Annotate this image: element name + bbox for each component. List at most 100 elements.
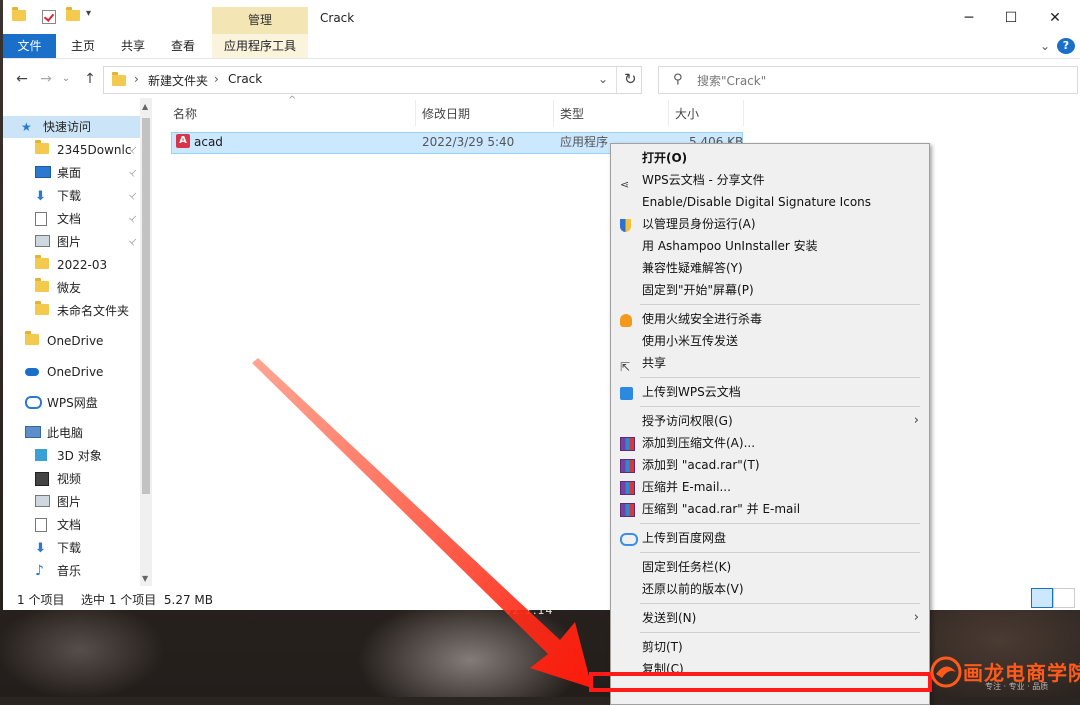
menu-separator bbox=[640, 377, 920, 378]
sidebar-item[interactable]: 2022-03 bbox=[3, 254, 141, 276]
tab-application-tools[interactable]: 应用程序工具 bbox=[212, 34, 308, 58]
forward-button[interactable]: → bbox=[37, 70, 55, 88]
cube-icon bbox=[35, 449, 47, 464]
menu-separator bbox=[640, 523, 920, 524]
sidebar-item[interactable]: ⬇ 下载 bbox=[3, 537, 141, 559]
menu-item-label: 发送到(N) bbox=[642, 611, 697, 625]
recent-locations-button[interactable]: ⌄ bbox=[57, 70, 75, 88]
sidebar-item[interactable]: 文档 bbox=[3, 514, 141, 536]
menu-item[interactable]: 添加到压缩文件(A)... bbox=[611, 432, 929, 454]
pin-icon[interactable]: ⊥ bbox=[123, 208, 141, 229]
menu-item[interactable]: 使用火绒安全进行杀毒 bbox=[611, 308, 929, 330]
sidebar-item[interactable]: 图片 ⊥ bbox=[3, 231, 141, 253]
menu-item[interactable]: 授予访问权限(G) › bbox=[611, 410, 929, 432]
quick-access-folder-icon[interactable] bbox=[12, 7, 26, 28]
menu-item[interactable]: 固定到任务栏(K) bbox=[611, 556, 929, 578]
menu-item[interactable]: ⇱ 共享 bbox=[611, 352, 929, 374]
properties-check-icon[interactable] bbox=[42, 10, 56, 28]
menu-item[interactable]: 固定到"开始"屏幕(P) bbox=[611, 279, 929, 301]
sidebar-item[interactable]: ♪ 音乐 bbox=[3, 560, 141, 582]
menu-item-label: 压缩到 "acad.rar" 并 E-mail bbox=[642, 502, 801, 516]
tab-share[interactable]: 共享 bbox=[111, 34, 155, 58]
nav-pane-scroll-thumb[interactable] bbox=[142, 118, 150, 494]
sidebar-item[interactable]: 文档 ⊥ bbox=[3, 208, 141, 230]
breadcrumb-crack[interactable]: Crack bbox=[228, 72, 262, 86]
sidebar-item[interactable]: OneDrive bbox=[3, 330, 141, 352]
sidebar-item-label: 文档 bbox=[57, 212, 82, 226]
close-button[interactable]: ✕ bbox=[1033, 6, 1077, 30]
tab-view[interactable]: 查看 bbox=[161, 34, 205, 58]
sidebar-item[interactable]: ★ 快速访问 bbox=[3, 116, 141, 138]
menu-item-label: 固定到任务栏(K) bbox=[642, 560, 732, 574]
address-dropdown-icon[interactable]: ⌄ bbox=[598, 72, 608, 86]
winrar-icon bbox=[620, 436, 635, 451]
menu-item[interactable]: 发送到(N) › bbox=[611, 607, 929, 629]
minimize-button[interactable]: ─ bbox=[947, 6, 991, 30]
refresh-icon[interactable]: ↻ bbox=[624, 70, 637, 88]
breadcrumb-new-folder[interactable]: 新建文件夹 bbox=[148, 72, 208, 89]
column-header-date[interactable]: 修改日期 bbox=[422, 104, 470, 124]
menu-item[interactable]: 打开(O) bbox=[611, 147, 929, 169]
menu-item[interactable]: 压缩到 "acad.rar" 并 E-mail bbox=[611, 498, 929, 520]
menu-item[interactable]: 兼容性疑难解答(Y) bbox=[611, 257, 929, 279]
sidebar-item[interactable]: 图片 bbox=[3, 491, 141, 513]
search-box[interactable]: ⚲ 搜索"Crack" bbox=[658, 66, 1078, 94]
column-header-name[interactable]: 名称 bbox=[173, 104, 197, 124]
sidebar-item[interactable]: 2345Downlc ⊥ bbox=[3, 139, 141, 161]
menu-item[interactable]: 使用小米互传发送 bbox=[611, 330, 929, 352]
menu-item[interactable]: 剪切(T) bbox=[611, 636, 929, 658]
title-bar: ▾ 管理 Crack ─ ☐ ✕ bbox=[3, 0, 1080, 34]
maximize-button[interactable]: ☐ bbox=[989, 6, 1033, 30]
sidebar-item[interactable]: ⬇ 下载 ⊥ bbox=[3, 185, 141, 207]
wps-cloud-icon bbox=[25, 396, 42, 412]
sidebar-item[interactable]: 未命名文件夹 bbox=[3, 300, 141, 322]
window-title: Crack bbox=[320, 11, 355, 25]
pin-icon[interactable]: ⊥ bbox=[123, 162, 141, 183]
sidebar-item-label: 未命名文件夹 bbox=[57, 304, 130, 318]
menu-item[interactable]: 以管理员身份运行(A) bbox=[611, 213, 929, 235]
tab-file[interactable]: 文件 bbox=[3, 34, 56, 58]
address-bar[interactable]: › 新建文件夹 › Crack ⌄ ↻ bbox=[103, 66, 642, 94]
search-icon: ⚲ bbox=[673, 72, 683, 87]
menu-item-label: 压缩并 E-mail... bbox=[642, 480, 731, 494]
winrar-icon bbox=[620, 502, 635, 517]
back-button[interactable]: ← bbox=[13, 70, 31, 88]
up-button[interactable]: ↑ bbox=[81, 70, 99, 88]
ribbon-expand-icon[interactable]: ⌄ bbox=[1037, 34, 1053, 58]
menu-item[interactable]: 添加到 "acad.rar"(T) bbox=[611, 454, 929, 476]
sidebar-item[interactable]: 视频 bbox=[3, 468, 141, 490]
details-view-button[interactable] bbox=[1031, 588, 1053, 608]
new-folder-icon[interactable] bbox=[66, 7, 80, 28]
pin-icon[interactable]: ⊥ bbox=[123, 231, 141, 252]
ribbon-tabs: 文件 主页 共享 查看 应用程序工具 ⌄ ? bbox=[3, 34, 1080, 59]
sidebar-item[interactable]: WPS网盘 bbox=[3, 392, 141, 414]
scroll-up-icon[interactable]: ▲ bbox=[142, 102, 148, 111]
menu-item[interactable]: Enable/Disable Digital Signature Icons bbox=[611, 191, 929, 213]
menu-item[interactable]: ⋖ WPS云文档 - 分享文件 bbox=[611, 169, 929, 191]
menu-item[interactable]: 压缩并 E-mail... bbox=[611, 476, 929, 498]
sidebar-item[interactable]: 3D 对象 bbox=[3, 445, 141, 467]
search-placeholder: 搜索"Crack" bbox=[697, 74, 767, 88]
sidebar-item[interactable]: OneDrive bbox=[3, 361, 141, 383]
scroll-down-icon[interactable]: ▼ bbox=[142, 574, 148, 583]
menu-item[interactable]: 上传到WPS云文档 bbox=[611, 381, 929, 403]
menu-item-label: 剪切(T) bbox=[642, 640, 683, 654]
file-name[interactable]: acad bbox=[194, 134, 223, 150]
menu-item[interactable]: 用 Ashampoo UnInstaller 安装 bbox=[611, 235, 929, 257]
large-icons-view-button[interactable] bbox=[1053, 588, 1075, 608]
help-icon[interactable]: ? bbox=[1057, 38, 1075, 54]
menu-item[interactable]: 上传到百度网盘 bbox=[611, 527, 929, 549]
customize-toolbar-icon[interactable]: ▾ bbox=[86, 8, 91, 26]
column-header-type[interactable]: 类型 bbox=[560, 104, 584, 124]
status-selection: 选中 1 个项目 5.27 MB bbox=[81, 593, 214, 607]
pin-icon[interactable]: ⊥ bbox=[123, 185, 141, 206]
sidebar-item-label: 图片 bbox=[57, 235, 82, 249]
column-header-size[interactable]: 大小 bbox=[675, 104, 699, 124]
sidebar-item[interactable]: 此电脑 bbox=[3, 422, 141, 444]
sidebar-item[interactable]: 桌面 ⊥ bbox=[3, 162, 141, 184]
sidebar-item[interactable]: 微友 bbox=[3, 277, 141, 299]
menu-item-label: 兼容性疑难解答(Y) bbox=[642, 261, 743, 275]
menu-separator bbox=[640, 552, 920, 553]
tab-home[interactable]: 主页 bbox=[61, 34, 105, 58]
menu-item[interactable]: 还原以前的版本(V) bbox=[611, 578, 929, 600]
